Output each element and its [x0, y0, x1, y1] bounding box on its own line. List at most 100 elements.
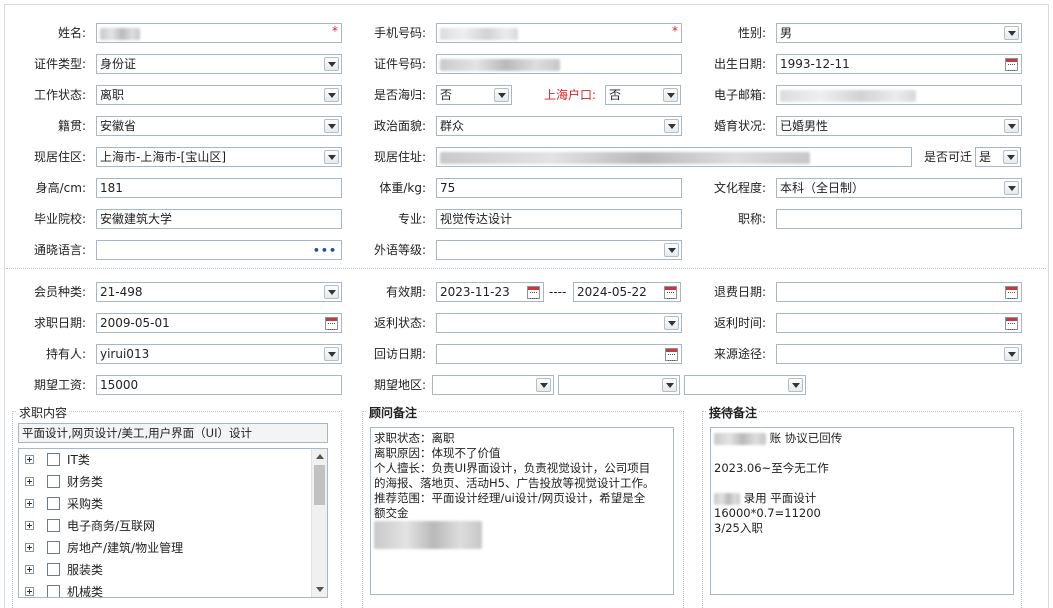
advisor-notes-textarea[interactable]: 求职状态：离职 离职原因：体现不了价值 个人擅长：负责UI界面设计，负责视觉设计…	[370, 427, 674, 595]
validity-start-field[interactable]: 2023-11-23	[436, 282, 544, 302]
job-date-field[interactable]: 2009-05-01	[96, 313, 342, 333]
checkbox[interactable]	[47, 563, 60, 576]
education-value: 本科（全日制）	[780, 181, 865, 195]
region-district-select[interactable]	[684, 375, 806, 395]
checkbox[interactable]	[47, 453, 60, 466]
shanghai-hukou-label: 上海户口:	[543, 88, 596, 102]
scroll-down-icon[interactable]	[316, 587, 324, 592]
expand-icon[interactable]	[25, 543, 34, 552]
origin-select[interactable]: 安徽省	[96, 116, 342, 136]
chevron-down-icon[interactable]	[324, 347, 339, 361]
relocate-select[interactable]: 是	[975, 147, 1021, 167]
job-category-tree[interactable]: IT类 财务类 采购类 电子商务/互联网 房地产/建筑/物业管理 服装类 机械类	[18, 448, 328, 598]
chevron-down-icon[interactable]	[536, 378, 551, 392]
email-field[interactable]	[776, 85, 1022, 105]
chevron-down-icon[interactable]	[324, 57, 339, 71]
rebate-status-select[interactable]	[436, 313, 682, 333]
rebate-time-field[interactable]	[776, 313, 1022, 333]
chevron-down-icon[interactable]	[662, 378, 677, 392]
job-date-value: 2009-05-01	[100, 316, 170, 330]
chevron-down-icon[interactable]	[1004, 347, 1019, 361]
chevron-down-icon[interactable]	[324, 119, 339, 133]
source-select[interactable]	[776, 344, 1022, 364]
chevron-down-icon[interactable]	[664, 119, 679, 133]
name-field[interactable]: *	[96, 23, 342, 43]
expand-icon[interactable]	[25, 565, 34, 574]
work-status-value: 离职	[100, 88, 125, 102]
scrollbar[interactable]	[311, 449, 327, 597]
expand-icon[interactable]	[25, 477, 34, 486]
chevron-down-icon[interactable]	[324, 285, 339, 299]
chevron-down-icon[interactable]	[1004, 181, 1019, 195]
id-type-select[interactable]: 身份证	[96, 54, 342, 74]
redacted-phone	[440, 27, 518, 40]
region-city-select[interactable]	[558, 375, 680, 395]
expand-icon[interactable]	[25, 499, 34, 508]
checkbox[interactable]	[47, 585, 60, 597]
chevron-down-icon[interactable]	[324, 88, 339, 102]
holder-select[interactable]: yirui013	[96, 344, 342, 364]
checkbox[interactable]	[47, 541, 60, 554]
expand-icon[interactable]	[25, 521, 34, 530]
birth-date-field[interactable]: 1993-12-11	[776, 54, 1022, 74]
expand-icon[interactable]	[25, 587, 34, 596]
residence-address-field[interactable]	[436, 147, 912, 167]
region-label: 期望地区:	[373, 378, 426, 392]
chevron-down-icon[interactable]	[788, 378, 803, 392]
phone-label: 手机号码:	[373, 26, 426, 40]
refund-date-field[interactable]	[776, 282, 1022, 302]
note-line: 额交金	[374, 506, 409, 520]
more-icon[interactable]: •••	[313, 242, 337, 259]
residence-area-select[interactable]: 上海市-上海市-[宝山区]	[96, 147, 342, 167]
phone-field[interactable]: *	[436, 23, 682, 43]
calendar-icon[interactable]	[325, 317, 338, 330]
validity-end-field[interactable]: 2024-05-22	[573, 282, 681, 302]
chevron-down-icon[interactable]	[664, 316, 679, 330]
reception-notes-textarea[interactable]: 账 协议已回传 2023.06~至今无工作 录用 平面设计 16000*0.7=…	[710, 427, 1014, 595]
job-summary-field[interactable]: 平面设计,网页设计/美工,用户界面（UI）设计	[18, 423, 328, 443]
chevron-down-icon[interactable]	[1003, 150, 1018, 164]
chevron-down-icon[interactable]	[664, 243, 679, 257]
gender-select[interactable]: 男	[776, 23, 1022, 43]
chevron-down-icon[interactable]	[324, 150, 339, 164]
member-type-select[interactable]: 21-498	[96, 282, 342, 302]
political-select[interactable]: 群众	[436, 116, 682, 136]
note-line: 录用 平面设计	[714, 491, 1010, 506]
chevron-down-icon[interactable]	[1004, 26, 1019, 40]
work-status-select[interactable]: 离职	[96, 85, 342, 105]
tree-item-label: 财务类	[67, 475, 104, 489]
calendar-icon[interactable]	[1005, 317, 1018, 330]
scroll-thumb[interactable]	[314, 465, 325, 505]
tree-item-label: 电子商务/互联网	[67, 519, 156, 533]
overseas-select[interactable]: 否	[436, 85, 512, 105]
school-field[interactable]: 安徽建筑大学	[96, 209, 342, 229]
calendar-icon[interactable]	[1005, 286, 1018, 299]
foreign-level-select[interactable]	[436, 240, 682, 260]
checkbox[interactable]	[47, 475, 60, 488]
calendar-icon[interactable]	[664, 286, 677, 299]
height-field[interactable]: 181	[96, 178, 342, 198]
school-label: 毕业院校:	[33, 212, 86, 226]
calendar-icon[interactable]	[527, 286, 540, 299]
redacted-id-number	[440, 58, 560, 71]
major-field[interactable]: 视觉传达设计	[436, 209, 682, 229]
title-field[interactable]	[776, 209, 1022, 229]
chevron-down-icon[interactable]	[494, 88, 509, 102]
salary-field[interactable]: 15000	[96, 375, 342, 395]
weight-field[interactable]: 75	[436, 178, 682, 198]
scroll-up-icon[interactable]	[316, 454, 324, 459]
id-number-field[interactable]	[436, 54, 682, 74]
checkbox[interactable]	[47, 497, 60, 510]
calendar-icon[interactable]	[1005, 58, 1018, 71]
shanghai-hukou-select[interactable]: 否	[605, 85, 681, 105]
calendar-icon[interactable]	[665, 348, 678, 361]
region-province-select[interactable]	[432, 375, 554, 395]
marital-select[interactable]: 已婚男性	[776, 116, 1022, 136]
revisit-date-field[interactable]	[436, 344, 682, 364]
language-field[interactable]: •••	[96, 240, 342, 260]
expand-icon[interactable]	[25, 455, 34, 464]
education-select[interactable]: 本科（全日制）	[776, 178, 1022, 198]
checkbox[interactable]	[47, 519, 60, 532]
chevron-down-icon[interactable]	[1004, 119, 1019, 133]
chevron-down-icon[interactable]	[663, 88, 678, 102]
